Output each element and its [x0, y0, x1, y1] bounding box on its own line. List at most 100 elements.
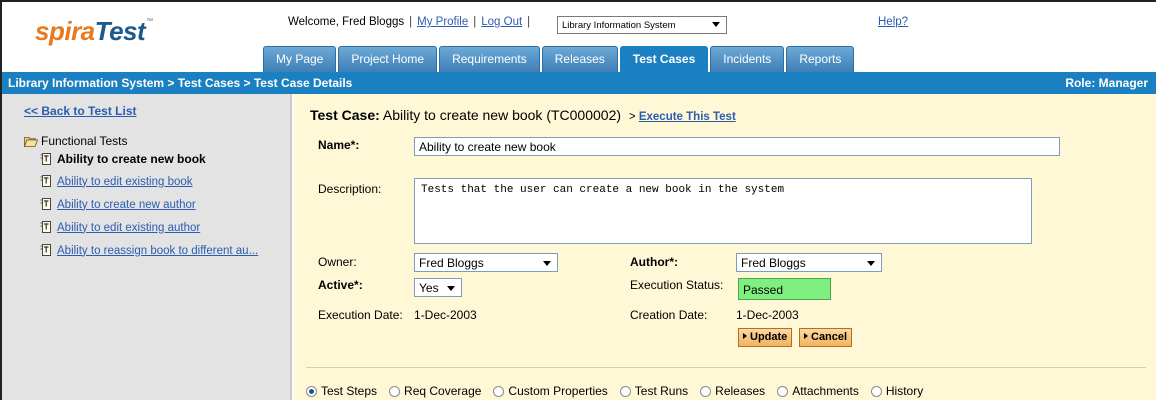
test-case-details-panel: Test Case: Ability to create new book (T…	[294, 94, 1156, 400]
creation-date-label: Creation Date:	[630, 308, 708, 322]
tree-item-test-case[interactable]: Ability to create new author	[40, 198, 196, 211]
author-label: Author*:	[630, 255, 678, 269]
radio-button[interactable]	[619, 385, 631, 397]
test-case-heading-label: Test Case:	[310, 107, 380, 123]
test-case-icon	[40, 175, 54, 188]
description-field-value: Tests that the user can create a new boo…	[421, 184, 785, 196]
detail-tab-req-coverage[interactable]: Req Coverage	[389, 384, 481, 398]
back-to-test-list-link[interactable]: << Back to Test List	[24, 104, 136, 118]
execution-status-value: Passed	[743, 283, 784, 297]
description-field[interactable]: Tests that the user can create a new boo…	[414, 178, 1032, 244]
radio-button[interactable]	[389, 385, 401, 397]
tree-item-test-case[interactable]: Ability to edit existing book	[40, 175, 193, 188]
test-case-icon	[40, 244, 54, 257]
detail-tab-label: Test Steps	[321, 384, 378, 398]
tab-test-cases[interactable]: Test Cases	[619, 46, 709, 72]
tree-item-test-case[interactable]: Ability to create new book	[40, 152, 206, 166]
tab-releases[interactable]: Releases	[541, 46, 618, 72]
radio-button[interactable]	[777, 385, 789, 397]
active-select[interactable]: Yes	[414, 278, 462, 297]
chevron-down-icon	[447, 286, 455, 291]
header: spiraTest™ Welcome, Fred Bloggs | My Profi…	[2, 2, 1156, 72]
tree-item-label: Ability to edit existing author	[57, 221, 201, 234]
folder-open-icon	[24, 136, 38, 147]
chevron-down-icon	[543, 261, 551, 266]
log-out-link[interactable]: Log Out	[481, 16, 522, 28]
tree-folder-functional-tests[interactable]: Functional Tests	[24, 134, 128, 148]
active-label: Active*:	[318, 278, 363, 292]
radio-button[interactable]	[870, 385, 882, 397]
my-profile-link[interactable]: My Profile	[417, 16, 468, 28]
page-title: Test Case: Ability to create new book (T…	[310, 107, 736, 123]
logo-text-spira: spira	[35, 16, 95, 46]
tab-requirements[interactable]: Requirements	[439, 46, 540, 72]
folder-label: Functional Tests	[41, 134, 128, 148]
chevron-down-icon	[867, 261, 875, 266]
description-label: Description:	[318, 182, 382, 196]
app-window: spiraTest™ Welcome, Fred Bloggs | My Profi…	[0, 0, 1156, 400]
separator: |	[473, 16, 477, 28]
tab-reports[interactable]: Reports	[786, 46, 855, 72]
user-bar: Welcome, Fred Bloggs | My Profile | Log Out |	[288, 16, 535, 28]
update-button[interactable]: Update	[738, 328, 793, 347]
radio-button[interactable]	[700, 385, 712, 397]
detail-tab-releases[interactable]: Releases	[700, 384, 765, 398]
chevron-down-icon	[712, 22, 720, 27]
name-label: Name*:	[318, 138, 360, 152]
detail-tabs: Test Steps Req Coverage Custom Properties T…	[306, 384, 923, 398]
detail-tab-test-runs[interactable]: Test Runs	[619, 384, 689, 398]
detail-tab-test-steps[interactable]: Test Steps	[306, 384, 377, 398]
tree-item-test-case[interactable]: Ability to reassign book to different au…	[40, 244, 258, 257]
cancel-button-label: Cancel	[811, 331, 848, 343]
tab-my-page[interactable]: My Page	[263, 46, 337, 72]
detail-tab-history[interactable]: History	[870, 384, 923, 398]
detail-tab-custom-properties[interactable]: Custom Properties	[493, 384, 608, 398]
tree-item-test-case[interactable]: Ability to edit existing author	[40, 221, 200, 234]
separator: |	[409, 16, 413, 28]
execute-arrow: >	[628, 111, 636, 123]
owner-select[interactable]: Fred Bloggs	[414, 253, 558, 272]
detail-tab-label: Attachments	[792, 384, 859, 398]
execution-status-label: Execution Status:	[630, 278, 724, 292]
radio-button[interactable]	[493, 385, 505, 397]
project-select[interactable]: Library Information System	[557, 16, 727, 34]
separator: |	[527, 16, 531, 28]
test-case-icon	[40, 198, 54, 211]
help-link[interactable]: Help?	[878, 16, 908, 28]
tab-incidents[interactable]: Incidents	[710, 46, 785, 72]
spiratest-logo[interactable]: spiraTest™	[35, 16, 153, 47]
breadcrumb-bar: Library Information System > Test Cases …	[2, 72, 1156, 94]
welcome-text: Welcome, Fred Bloggs	[288, 16, 405, 28]
breadcrumb: Library Information System > Test Cases …	[8, 76, 353, 90]
execution-date-value: 1-Dec-2003	[414, 308, 477, 322]
tab-project-home[interactable]: Project Home	[338, 46, 438, 72]
detail-tab-label: Releases	[715, 384, 766, 398]
execute-test-container: > Execute This Test	[629, 111, 736, 123]
project-select-value: Library Information System	[562, 20, 676, 31]
test-case-heading-value: Ability to create new book (TC000002)	[382, 107, 622, 123]
test-case-icon	[40, 152, 54, 166]
radio-button[interactable]	[306, 385, 317, 397]
name-field[interactable]: Ability to create new book	[414, 137, 1060, 156]
tree-item-label: Ability to create new book	[57, 152, 206, 166]
tree-item-label: Ability to edit existing book	[57, 175, 193, 188]
play-arrow-icon	[743, 333, 747, 339]
author-select[interactable]: Fred Bloggs	[736, 253, 882, 272]
detail-tab-label: Custom Properties	[508, 384, 608, 398]
update-button-label: Update	[750, 331, 788, 343]
test-case-icon	[40, 221, 54, 234]
main-nav-tabs: My Page Project Home Requirements Releases T…	[263, 46, 855, 72]
divider	[306, 367, 1146, 368]
cancel-button[interactable]: Cancel	[799, 328, 853, 347]
execution-date-label: Execution Date:	[318, 308, 403, 322]
detail-tab-label: Test Runs	[634, 384, 689, 398]
play-arrow-icon	[804, 333, 808, 339]
execution-status-badge: Passed	[738, 278, 831, 300]
sidebar: << Back to Test List Functional Tests Ab…	[2, 94, 292, 400]
tree-item-label: Ability to create new author	[57, 198, 196, 211]
tree-item-label: Ability to reassign book to different au…	[57, 244, 259, 257]
detail-tab-attachments[interactable]: Attachments	[777, 384, 859, 398]
owner-label: Owner:	[318, 255, 357, 269]
logo-text-test: Test	[94, 16, 146, 46]
execute-this-test-link[interactable]: Execute This Test	[639, 111, 736, 123]
